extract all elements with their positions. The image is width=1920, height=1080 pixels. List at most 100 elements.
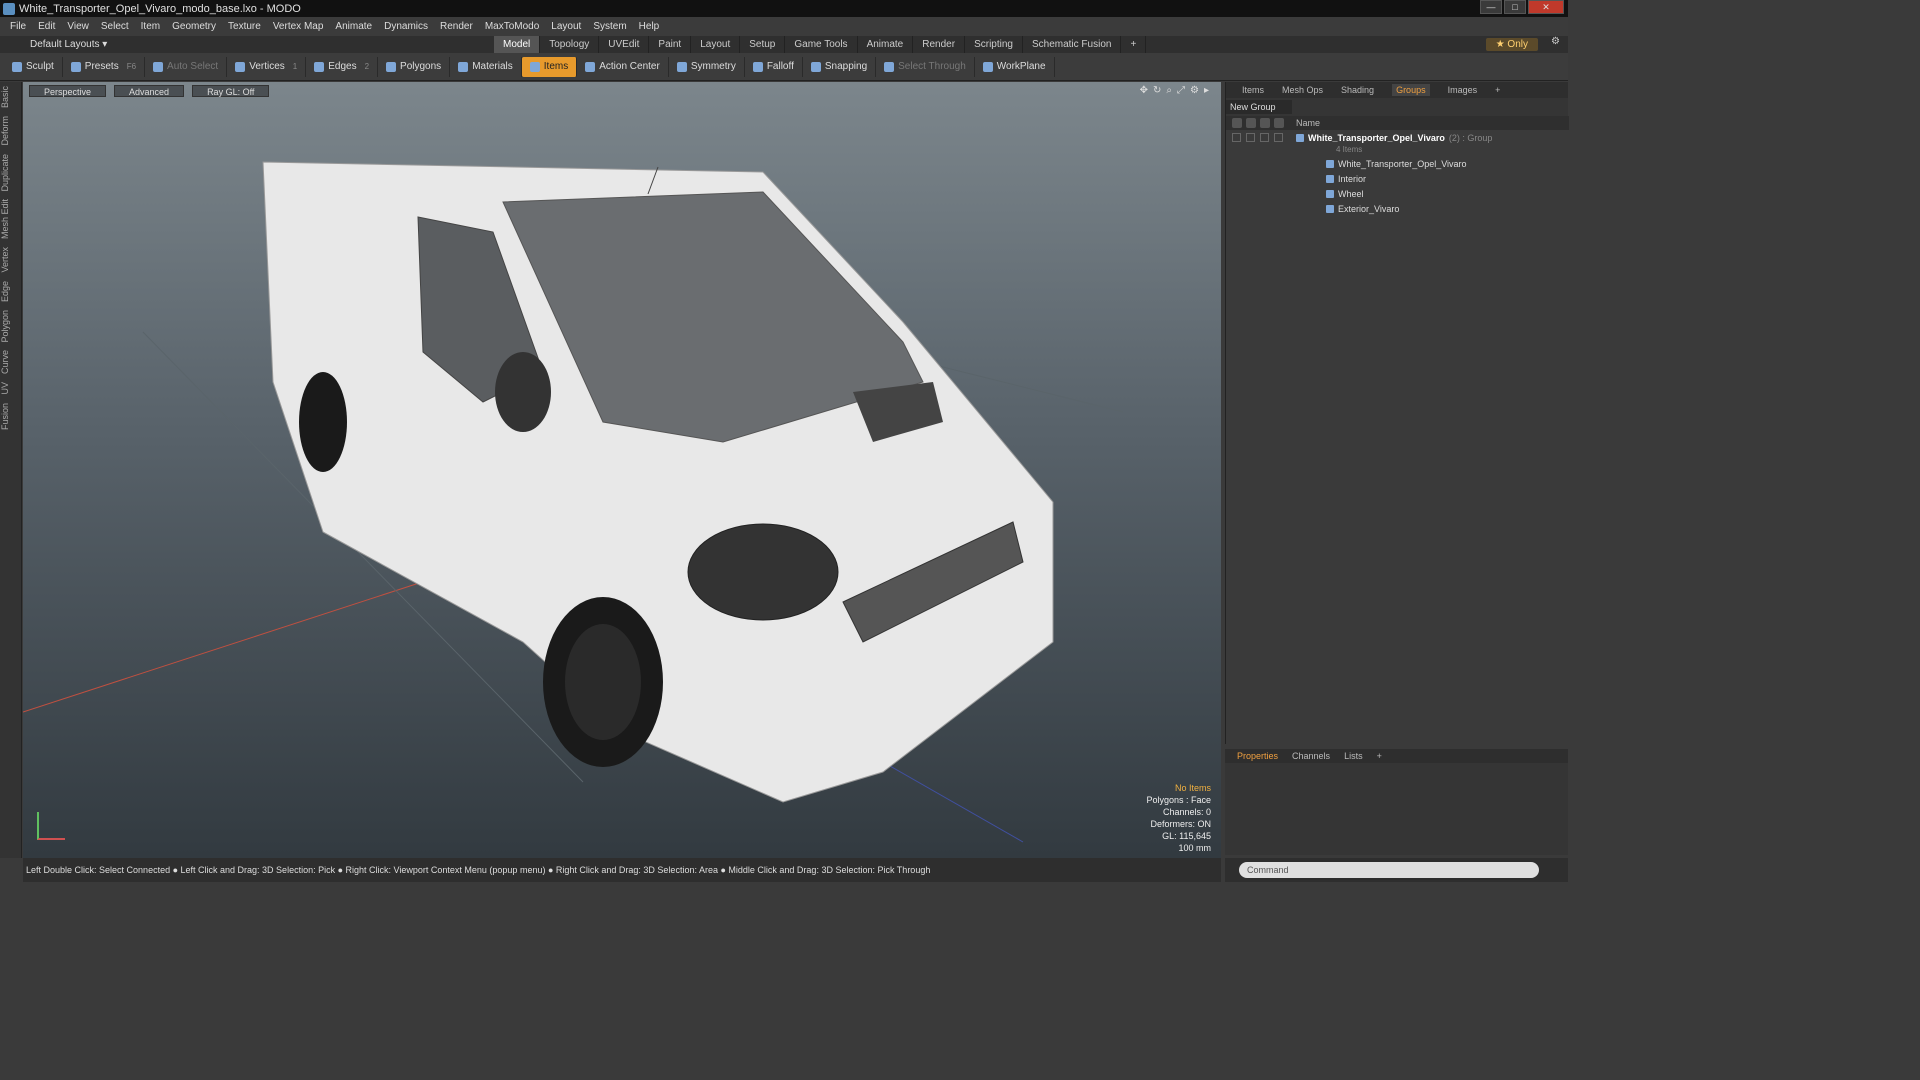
move-view-icon[interactable]: ✥ xyxy=(1140,85,1148,96)
shading-mode-dropdown[interactable]: Advanced xyxy=(114,85,185,97)
menu-dynamics[interactable]: Dynamics xyxy=(378,21,434,32)
group-row[interactable]: White_Transporter_Opel_Vivaro (2) : Group xyxy=(1226,130,1569,145)
rotate-view-icon[interactable]: ↻ xyxy=(1153,85,1161,96)
sculpt-button[interactable]: Sculpt xyxy=(4,56,63,77)
symmetry-icon xyxy=(676,61,687,72)
render-icon[interactable] xyxy=(1246,118,1256,128)
column-name[interactable]: Name xyxy=(1296,118,1320,128)
minimize-button[interactable]: — xyxy=(1480,0,1502,14)
tab-layout[interactable]: Layout xyxy=(691,36,741,53)
action-center-button[interactable]: Action Center xyxy=(577,56,669,77)
viewport-menu-arrow-icon[interactable]: ▸ xyxy=(1204,85,1209,96)
tab-render[interactable]: Render xyxy=(913,36,966,53)
properties-tabs: Properties Channels Lists + xyxy=(1225,749,1568,763)
tab-scripting[interactable]: Scripting xyxy=(965,36,1023,53)
zoom-view-icon[interactable]: ⌕ xyxy=(1166,85,1172,96)
polygon-icon xyxy=(386,61,397,72)
panel-tabs: Items Mesh Ops Shading Groups Images + xyxy=(1226,82,1568,98)
info-channels: Channels: 0 xyxy=(1162,807,1211,817)
maximize-button[interactable]: □ xyxy=(1504,0,1526,14)
menu-help[interactable]: Help xyxy=(633,21,666,32)
command-input[interactable]: Command xyxy=(1239,862,1539,878)
tooltab-deform[interactable]: Deform xyxy=(0,112,22,150)
items-button[interactable]: Items xyxy=(521,56,578,77)
auto-select-button[interactable]: Auto Select xyxy=(145,56,228,77)
tooltab-basic[interactable]: Basic xyxy=(0,82,22,112)
layout-selector[interactable]: Default Layouts ▾ xyxy=(30,39,107,50)
tab-properties[interactable]: Properties xyxy=(1237,751,1278,761)
menu-maxtomodo[interactable]: MaxToModo xyxy=(479,21,545,32)
tab-groups[interactable]: Groups xyxy=(1392,84,1430,96)
visibility-icon[interactable] xyxy=(1232,118,1242,128)
3d-viewport[interactable]: Perspective Advanced Ray GL: Off ✥ ↻ ⌕ ⤢… xyxy=(23,82,1221,858)
add-tab-button[interactable]: + xyxy=(1121,36,1147,53)
tab-images[interactable]: Images xyxy=(1448,85,1478,95)
viewport-settings-icon[interactable]: ⚙ xyxy=(1190,85,1199,96)
snapping-button[interactable]: Snapping xyxy=(803,56,877,77)
tooltab-edge[interactable]: Edge xyxy=(0,277,22,306)
list-item[interactable]: Wheel xyxy=(1226,186,1569,201)
gear-icon[interactable]: ⚙ xyxy=(1551,36,1560,47)
select-through-button[interactable]: Select Through xyxy=(876,56,975,77)
polygons-button[interactable]: Polygons xyxy=(378,56,451,77)
viewport-info: No Items Polygons : Face Channels: 0 Def… xyxy=(1146,782,1211,854)
add-properties-tab-button[interactable]: + xyxy=(1377,751,1382,761)
menu-item[interactable]: Item xyxy=(135,21,166,32)
workplane-button[interactable]: WorkPlane xyxy=(975,56,1055,77)
tab-channels[interactable]: Channels xyxy=(1292,751,1330,761)
lock-icon[interactable] xyxy=(1260,118,1270,128)
edges-button[interactable]: Edges 2 xyxy=(306,56,379,77)
menu-file[interactable]: File xyxy=(4,21,32,32)
tooltab-duplicate[interactable]: Duplicate xyxy=(0,150,22,196)
tooltab-polygon[interactable]: Polygon xyxy=(0,306,22,347)
close-button[interactable]: ✕ xyxy=(1528,0,1564,14)
menu-layout[interactable]: Layout xyxy=(545,21,587,32)
falloff-button[interactable]: Falloff xyxy=(745,56,803,77)
add-panel-tab-button[interactable]: + xyxy=(1495,85,1500,95)
tab-paint[interactable]: Paint xyxy=(649,36,692,53)
menu-view[interactable]: View xyxy=(61,21,95,32)
raygl-toggle[interactable]: Ray GL: Off xyxy=(192,85,270,97)
tab-mesh-ops[interactable]: Mesh Ops xyxy=(1282,85,1323,95)
snapping-icon xyxy=(810,61,821,72)
view-mode-dropdown[interactable]: Perspective xyxy=(29,85,107,97)
tooltab-uv[interactable]: UV xyxy=(0,378,22,399)
tab-topology[interactable]: Topology xyxy=(540,36,600,53)
tab-items[interactable]: Items xyxy=(1242,85,1264,95)
new-group-button[interactable]: New Group xyxy=(1226,100,1292,114)
menu-system[interactable]: System xyxy=(587,21,632,32)
menu-render[interactable]: Render xyxy=(434,21,479,32)
mesh-icon xyxy=(1326,189,1334,198)
tab-shading[interactable]: Shading xyxy=(1341,85,1374,95)
tab-model[interactable]: Model xyxy=(494,36,541,53)
list-item[interactable]: Exterior_Vivaro xyxy=(1226,201,1569,216)
vertices-button[interactable]: Vertices 1 xyxy=(227,56,307,77)
select-through-icon xyxy=(884,61,895,72)
tab-schematic-fusion[interactable]: Schematic Fusion xyxy=(1023,36,1122,53)
fit-view-icon[interactable]: ⤢ xyxy=(1177,85,1185,96)
menu-select[interactable]: Select xyxy=(95,21,135,32)
menu-animate[interactable]: Animate xyxy=(329,21,378,32)
tab-animate[interactable]: Animate xyxy=(858,36,914,53)
menu-edit[interactable]: Edit xyxy=(32,21,61,32)
tab-game-tools[interactable]: Game Tools xyxy=(785,36,858,53)
list-item[interactable]: White_Transporter_Opel_Vivaro xyxy=(1226,156,1569,171)
tooltab-mesh-edit[interactable]: Mesh Edit xyxy=(0,195,22,243)
menu-geometry[interactable]: Geometry xyxy=(166,21,222,32)
tab-setup[interactable]: Setup xyxy=(740,36,786,53)
tab-lists[interactable]: Lists xyxy=(1344,751,1363,761)
materials-button[interactable]: Materials xyxy=(450,56,522,77)
select-icon[interactable] xyxy=(1274,118,1284,128)
tooltab-curve[interactable]: Curve xyxy=(0,346,22,378)
symmetry-button[interactable]: Symmetry xyxy=(669,56,745,77)
menu-vertex-map[interactable]: Vertex Map xyxy=(267,21,330,32)
eye-icon[interactable] xyxy=(1232,133,1241,142)
tooltab-vertex[interactable]: Vertex xyxy=(0,243,22,277)
tooltab-fusion[interactable]: Fusion xyxy=(0,399,22,434)
list-item[interactable]: Interior xyxy=(1226,171,1569,186)
tab-uvedit[interactable]: UVEdit xyxy=(599,36,650,53)
presets-button[interactable]: Presets F6 xyxy=(63,56,146,77)
only-toggle[interactable]: ★ Only xyxy=(1485,38,1538,51)
menu-texture[interactable]: Texture xyxy=(222,21,267,32)
status-bar: Left Double Click: Select Connected ● Le… xyxy=(23,858,1221,882)
